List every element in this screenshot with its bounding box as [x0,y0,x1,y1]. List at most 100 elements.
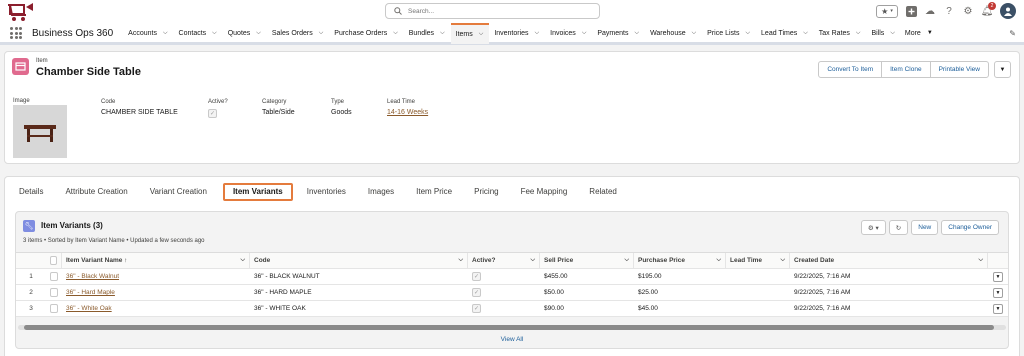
column-header-item-variant-name[interactable]: Item Variant Name ↑ ⌵ [62,253,250,268]
nav-item-warehouse[interactable]: Warehouse ⌵ [645,23,702,44]
view-all-link[interactable]: View All [16,336,1008,343]
global-search-input[interactable]: Search... [385,3,600,19]
change-owner-button[interactable]: Change Owner [941,220,999,235]
new-button[interactable]: New [911,220,939,235]
tab-variant-creation[interactable]: Variant Creation [142,183,215,201]
chevron-down-icon[interactable]: ⌵ [803,30,808,37]
app-name: Business Ops 360 [32,27,114,39]
chevron-down-icon[interactable]: ⌵ [393,30,398,37]
nav-item-quotes[interactable]: Quotes ⌵ [223,23,267,44]
chevron-down-icon[interactable]: ⌵ [582,30,587,37]
more-actions-button[interactable]: ▼ [994,61,1011,78]
chevron-down-icon[interactable]: ⌵ [692,30,697,37]
trailhead-button[interactable]: ☁ [924,5,936,17]
setup-button[interactable]: ⚙ [962,5,974,17]
column-header-sell-price[interactable]: Sell Price ⌵ [540,253,634,268]
chevron-down-icon[interactable]: ⌵ [535,30,540,37]
active-cell: ✓ [468,285,540,300]
chevron-down-icon[interactable]: ⌵ [624,257,629,264]
notifications-button[interactable]: 🔔︎ 2 [981,2,996,17]
chevron-down-icon[interactable]: ⌵ [240,257,245,264]
chevron-down-icon[interactable]: ⌵ [890,30,895,37]
lead-time-link[interactable]: 14-16 Weeks [387,109,428,116]
row-action-menu-button[interactable]: ▼ [993,287,1003,298]
nav-item-contacts[interactable]: Contacts ⌵ [174,23,223,44]
chevron-down-icon[interactable]: ⌵ [716,257,721,264]
column-header-active[interactable]: Active? ⌵ [468,253,540,268]
nav-more-menu[interactable]: More ▼ [905,30,933,37]
nav-item-sales-orders[interactable]: Sales Orders ⌵ [267,23,329,44]
column-header-created-date[interactable]: Created Date ⌵ [790,253,988,268]
column-header-code[interactable]: Code ⌵ [250,253,468,268]
chevron-down-icon[interactable]: ⌵ [319,30,324,37]
select-all-checkbox[interactable] [50,256,57,265]
chevron-down-icon[interactable]: ⌵ [256,30,261,37]
printable-view-button[interactable]: Printable View [931,62,988,77]
variant-name-link[interactable]: 36" - Hard Maple [66,289,115,296]
nav-item-tax-rates[interactable]: Tax Rates ⌵ [814,23,867,44]
chevron-down-icon[interactable]: ⌵ [479,31,484,38]
nav-item-inventories[interactable]: Inventories ⌵ [489,23,545,44]
nav-item-lead-times[interactable]: Lead Times ⌵ [756,23,814,44]
item-clone-button[interactable]: Item Clone [882,62,931,77]
variant-name-link[interactable]: 36" - White Oak [66,305,112,312]
row-action-menu-button[interactable]: ▼ [993,303,1003,314]
chevron-down-icon[interactable]: ⌵ [978,257,983,264]
chevron-down-icon[interactable]: ⌵ [530,257,535,264]
nav-item-price-lists[interactable]: Price Lists ⌵ [702,23,756,44]
row-checkbox[interactable] [50,272,58,281]
sell-price-cell: $455.00 [544,273,568,280]
chevron-down-icon[interactable]: ⌵ [635,30,640,37]
column-header-lead-time[interactable]: Lead Time ⌵ [726,253,790,268]
tab-inventories[interactable]: Inventories [299,183,354,201]
variant-name-link[interactable]: 36" - Black Walnut [66,273,119,280]
row-action-menu-button[interactable]: ▼ [993,271,1003,282]
tab-item-price[interactable]: Item Price [408,183,460,201]
nav-item-accounts[interactable]: Accounts ⌵ [123,23,173,44]
chevron-down-icon[interactable]: ⌵ [856,30,861,37]
convert-to-item-button[interactable]: Convert To Item [819,62,883,77]
tab-attribute-creation[interactable]: Attribute Creation [57,183,135,201]
active-cell: ✓ [468,269,540,284]
list-settings-button[interactable]: ⚙ ▾ [860,220,886,235]
row-checkbox[interactable] [50,288,58,297]
edit-nav-icon[interactable]: ✎ [1009,29,1016,38]
purchase-price-cell: $195.00 [638,273,662,280]
global-actions-button[interactable] [905,5,917,17]
nav-item-invoices[interactable]: Invoices ⌵ [545,23,592,44]
chevron-down-icon[interactable]: ⌵ [212,30,217,37]
nav-item-purchase-orders[interactable]: Purchase Orders ⌵ [329,23,403,44]
scrollbar-thumb[interactable] [24,325,994,330]
app-logo[interactable] [6,1,36,23]
variants-table: Item Variant Name ↑ ⌵ Code ⌵ Active? ⌵ Sell… [16,252,1008,317]
variant-name-cell: 36" - Hard Maple [62,285,250,300]
tab-details[interactable]: Details [11,183,51,201]
gear-icon: ⚙ ▾ [867,224,879,232]
nav-item-bills[interactable]: Bills ⌵ [866,23,900,44]
chevron-down-icon[interactable]: ⌵ [163,30,168,37]
refresh-button[interactable]: ↻ [888,220,909,235]
tab-pricing[interactable]: Pricing [466,183,506,201]
app-launcher-icon[interactable] [10,26,24,40]
tab-related[interactable]: Related [581,183,625,201]
chevron-down-icon[interactable]: ⌵ [458,257,463,264]
tab-images[interactable]: Images [360,183,402,201]
tab-item-variants[interactable]: Item Variants [222,182,293,201]
user-icon [1004,7,1012,16]
column-header-purchase-price[interactable]: Purchase Price ⌵ [634,253,726,268]
nav-item-items[interactable]: Items ⌵ [450,22,490,44]
chevron-down-icon[interactable]: ⌵ [780,257,785,264]
favorites-button[interactable]: ★ ▾ [876,4,898,18]
chevron-down-icon[interactable]: ⌵ [745,30,750,37]
chevron-down-icon[interactable]: ⌵ [440,30,445,37]
related-list-title[interactable]: Item Variants (3) [41,221,103,230]
tab-fee-mapping[interactable]: Fee Mapping [513,183,576,201]
help-button[interactable]: ? [943,5,955,17]
refresh-icon: ↻ [895,224,902,232]
row-checkbox[interactable] [50,304,58,313]
horizontal-scrollbar[interactable] [18,325,1006,330]
user-avatar[interactable] [1000,3,1016,19]
nav-item-bundles[interactable]: Bundles ⌵ [404,23,451,44]
nav-item-payments[interactable]: Payments ⌵ [592,23,645,44]
help-icon: ? [946,5,952,17]
